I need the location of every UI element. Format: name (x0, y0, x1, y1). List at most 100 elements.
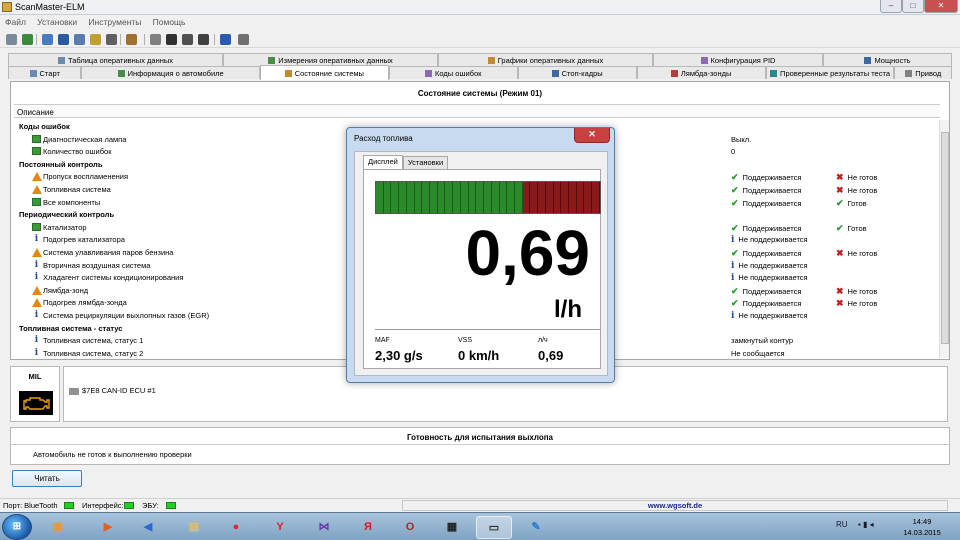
comment-icon[interactable] (150, 34, 161, 45)
gauge-icon (268, 56, 276, 64)
column-header-description[interactable]: Описание (14, 104, 940, 118)
maf-value: 2,30 g/s (375, 348, 423, 363)
toolbar-separator (144, 34, 145, 45)
start-button[interactable]: ⊞ (2, 514, 32, 540)
tab-status[interactable]: Состояние системы (259, 65, 389, 80)
taskbar-paint-icon[interactable]: ✎ (518, 516, 554, 539)
bar-segment-red (530, 182, 539, 213)
vss-value: 0 km/h (458, 348, 500, 363)
sphere-icon[interactable] (198, 34, 209, 45)
clipboard-icon[interactable] (126, 34, 137, 45)
drive-icon (905, 69, 913, 77)
grid-icon[interactable] (74, 34, 85, 45)
tab-drive[interactable]: Привод (894, 66, 952, 79)
wrench-icon[interactable] (6, 34, 17, 45)
taskbar-vs-app-icon[interactable]: ⋈ (306, 516, 342, 539)
warning-icon (32, 172, 42, 182)
info-icon[interactable] (220, 34, 231, 45)
tray-icons[interactable]: ▪ ▮ ◂ (858, 520, 874, 529)
mil-panel: MIL (10, 366, 60, 422)
minimize-button[interactable]: – (880, 0, 902, 13)
dialog-close-button[interactable]: ✕ (574, 128, 610, 143)
toolbar-separator (36, 34, 37, 45)
tab-label: Лямбда-зонды (680, 68, 732, 78)
status-bar: Порт: BlueTooth Интерфейс: ЭБУ: www.wgso… (0, 498, 960, 512)
row-name: Пропуск воспламенения (43, 172, 129, 182)
tab-warning[interactable]: Коды ошибок (388, 66, 518, 79)
menu-settings[interactable]: Установки (32, 15, 81, 27)
row-name: Топливная система, статус 1 (43, 336, 144, 346)
vertical-scrollbar[interactable] (939, 120, 949, 358)
readiness-cell: ✖ Не готов (836, 172, 877, 183)
scrollbar-thumb[interactable] (941, 132, 949, 344)
bar-segment-green (383, 182, 392, 213)
taskbar-folder-icon[interactable]: ▤ (176, 516, 212, 539)
bar-segment-green (376, 182, 384, 213)
bar-segment-red (584, 182, 593, 213)
taskbar-yandex-y-icon[interactable]: Y (262, 516, 298, 539)
taskbar-clapper-icon[interactable]: ▦ (434, 516, 470, 539)
taskbar-explorer-icon[interactable]: ▣ (40, 516, 76, 539)
tab-settings[interactable]: Установки (402, 156, 449, 169)
support-cell: ✔ Поддерживается (731, 198, 801, 209)
chart-icon (487, 56, 495, 64)
readiness-text: Автомобиль не готов к выполнению проверк… (33, 450, 192, 459)
menu-help[interactable]: Помощь (148, 15, 190, 27)
port-led-icon (64, 502, 74, 509)
tab-config[interactable]: Конфигурация PID (653, 53, 823, 66)
support-text: Не поддерживается (738, 273, 808, 283)
support-text: 0 (731, 147, 736, 157)
language-indicator[interactable]: RU (836, 520, 848, 529)
support-text: Не поддерживается (738, 310, 808, 320)
tab-test[interactable]: Проверенные результаты теста (765, 66, 895, 79)
tab-sensor[interactable]: Лямбда-зонды (636, 66, 766, 79)
support-text: Поддерживается (742, 173, 802, 183)
menu-tools[interactable]: Инструменты (83, 15, 145, 27)
tab-flag[interactable]: Старт (8, 66, 82, 79)
scale-icon[interactable] (106, 34, 117, 45)
tab-label: Измерения оперативных данных (278, 55, 393, 65)
tab-info[interactable]: Информация о автомобиле (81, 66, 260, 79)
tabs-row-upper: Таблица оперативных данных Измерения опер… (8, 53, 952, 67)
tab-power[interactable]: Мощность (823, 53, 952, 66)
card-icon[interactable] (182, 34, 193, 45)
taskbar-scanmaster-icon[interactable]: ▭ (476, 516, 512, 539)
menu-file[interactable]: Файл (0, 15, 30, 27)
vss-label: VSS (458, 337, 473, 344)
clock[interactable]: 14:49 14.03.2015 (898, 516, 946, 538)
website-link[interactable]: www.wgsoft.de (402, 500, 948, 511)
bar-segment-green (414, 182, 423, 213)
camera-icon[interactable] (90, 34, 101, 45)
globe-icon[interactable] (22, 34, 33, 45)
book-icon[interactable] (238, 34, 249, 45)
tab-snapshot[interactable]: Стоп-кадры (517, 66, 637, 79)
status-icon (284, 69, 292, 77)
read-button[interactable]: Читать (12, 470, 82, 487)
taskbar-opera-icon[interactable]: O (392, 516, 428, 539)
table-icon (57, 56, 65, 64)
check-icon: ✔ (731, 197, 739, 208)
readiness-text: Готов (847, 198, 867, 208)
support-cell: ✔ Поддерживается (731, 298, 801, 309)
table-icon[interactable] (58, 34, 69, 45)
taskbar-media-player-icon[interactable]: ▶ (90, 516, 126, 539)
support-text: Не сообщается (731, 348, 785, 358)
tab-display[interactable]: Дисплей (363, 155, 403, 170)
ecu-led-icon (166, 502, 176, 509)
close-button[interactable]: ✕ (924, 0, 958, 13)
fuel-bar-graph (375, 181, 601, 214)
tab-chart[interactable]: Графики оперативных данных (438, 53, 653, 66)
tab-table[interactable]: Таблица оперативных данных (8, 53, 223, 66)
row-name: Подогрев лямбда-зонда (43, 298, 127, 308)
maximize-button[interactable]: □ (902, 0, 924, 13)
taskbar-chrome-icon[interactable]: ● (218, 516, 254, 539)
ecu-entry[interactable]: $7E8 CAN-ID ECU #1 (69, 386, 156, 395)
taskbar-speaker-icon[interactable]: ◀ (130, 516, 166, 539)
bar-segment-green (430, 182, 438, 213)
support-cell: ✔ Поддерживается (731, 223, 801, 234)
gauge-icon[interactable] (42, 34, 53, 45)
monitor-icon[interactable] (166, 34, 177, 45)
tab-label: Коды ошибок (435, 68, 482, 78)
bar-segment-green (476, 182, 485, 213)
taskbar-yandex-ya-icon[interactable]: Я (350, 516, 386, 539)
